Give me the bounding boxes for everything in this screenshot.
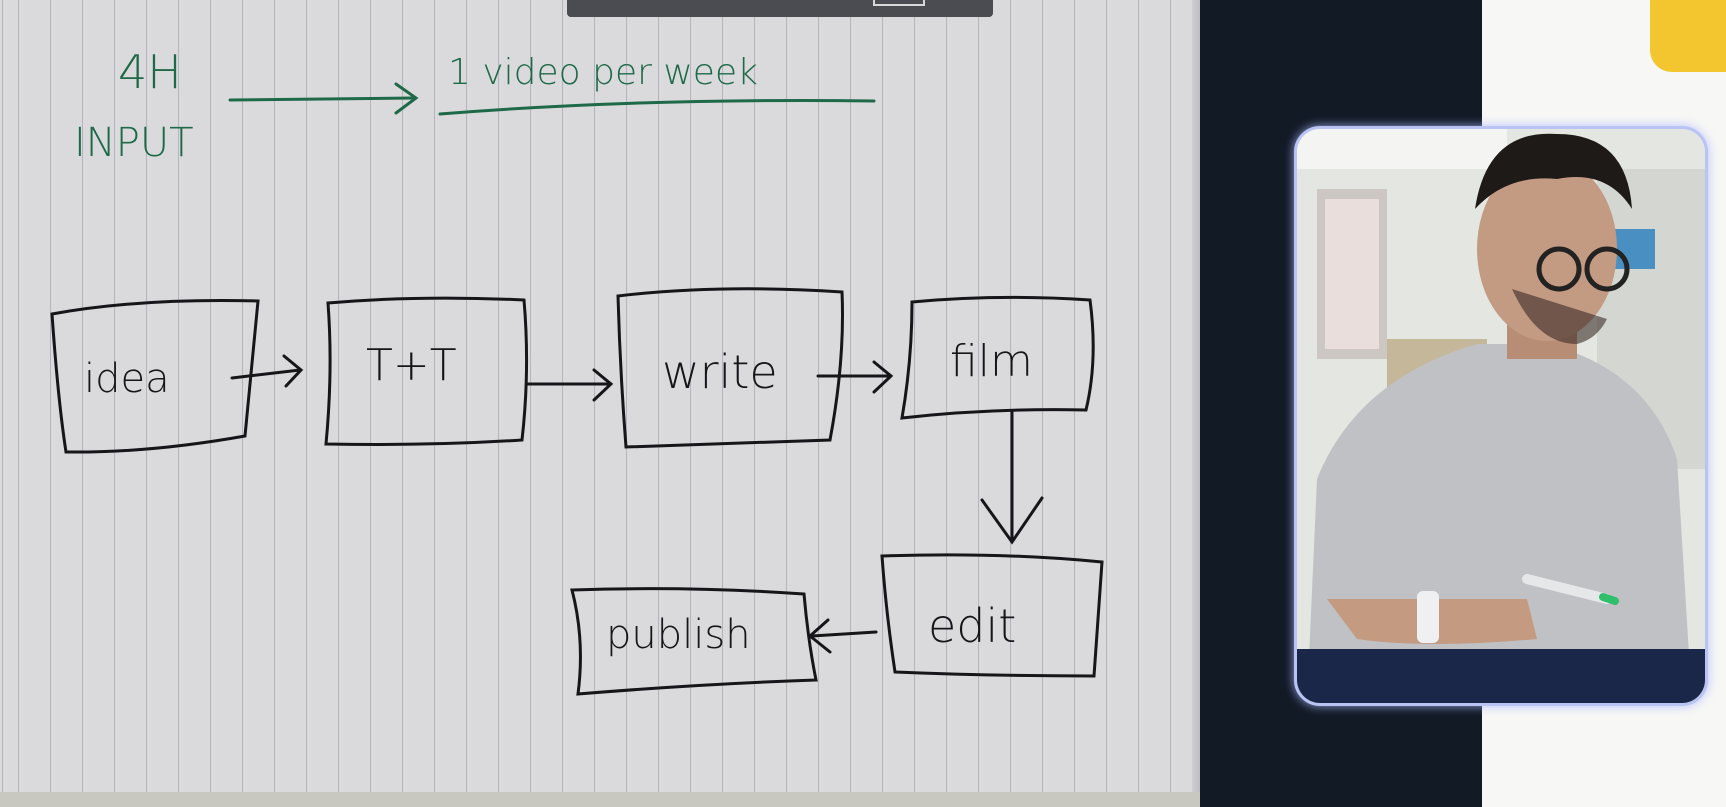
video-frame: 4H INPUT 1 video per week idea T+T write xyxy=(0,0,1726,807)
shelf-screen xyxy=(1615,229,1655,269)
step-label-write: write xyxy=(662,345,778,399)
green-arrow xyxy=(228,82,419,115)
step-label-tt: T+T xyxy=(366,340,457,391)
step-label-film: film xyxy=(950,336,1033,387)
arrow-write-to-film xyxy=(816,360,894,394)
marker-tip xyxy=(1599,593,1619,605)
input-label-text: INPUT xyxy=(74,120,194,166)
arrow-idea-to-tt xyxy=(230,354,304,388)
presenter-video xyxy=(1297,129,1705,703)
step-label-edit: edit xyxy=(928,599,1016,653)
step-label-idea: idea xyxy=(84,356,170,402)
output-label-text: 1 video per week xyxy=(448,52,758,93)
webcam-overlay xyxy=(1294,126,1708,706)
ceiling xyxy=(1297,129,1507,169)
arrow-film-to-edit xyxy=(980,410,1044,545)
desk xyxy=(1297,649,1705,703)
yellow-accent-tab xyxy=(1650,0,1726,72)
window-glass xyxy=(1325,199,1379,349)
wristband xyxy=(1417,591,1439,643)
arrow-edit-to-publish xyxy=(807,618,878,654)
whiteboard-diagram: 4H INPUT 1 video per week idea T+T write xyxy=(50,45,1104,696)
arrow-tt-to-write xyxy=(525,368,614,402)
input-amount-text: 4H xyxy=(118,45,182,99)
output-underline xyxy=(438,99,876,116)
step-label-publish: publish xyxy=(606,612,751,658)
